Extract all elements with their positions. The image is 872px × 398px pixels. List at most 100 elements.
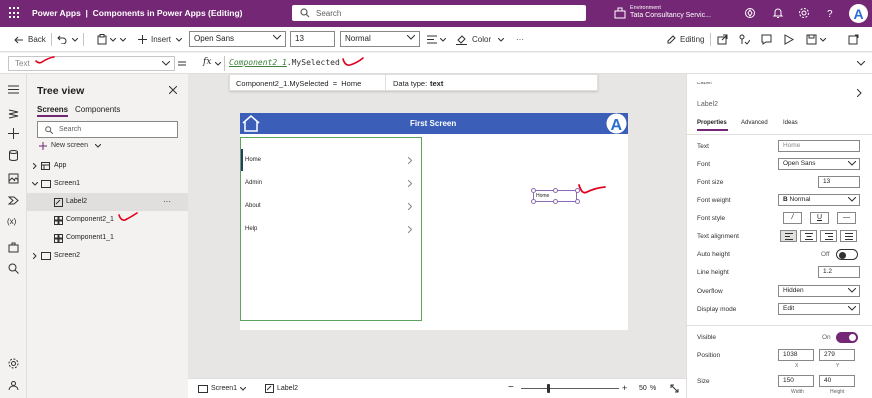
waffle-icon[interactable] <box>9 7 21 19</box>
app-checker-icon[interactable] <box>739 34 750 45</box>
font-weight-dropdown[interactable]: Normal <box>340 31 420 47</box>
tree-search-input[interactable]: Search <box>37 121 178 138</box>
chevron-right-icon[interactable] <box>33 253 37 259</box>
zoom-slider-thumb[interactable] <box>547 384 550 393</box>
search-icon[interactable] <box>8 263 19 274</box>
font-size-input[interactable]: 13 <box>290 31 335 47</box>
chevron-down-icon[interactable] <box>440 38 446 42</box>
chevron-down-icon[interactable] <box>32 182 38 186</box>
insert-icon[interactable] <box>8 128 19 139</box>
power-automate-icon[interactable] <box>744 7 756 19</box>
hamburger-icon[interactable] <box>8 85 19 94</box>
text-align-icon[interactable] <box>427 35 437 44</box>
chevron-down-icon[interactable] <box>240 387 246 391</box>
visible-toggle[interactable] <box>836 332 858 343</box>
publish-icon[interactable] <box>848 34 859 45</box>
menu-item-help[interactable]: Help <box>241 218 422 241</box>
tree-node-screen2[interactable]: Screen2 <box>27 247 188 265</box>
tree-node-app[interactable]: App <box>27 157 188 175</box>
resize-handle[interactable] <box>575 199 580 204</box>
prop-font-dropdown[interactable]: Open Sans <box>778 158 860 170</box>
save-icon[interactable] <box>806 34 817 45</box>
align-right-button[interactable] <box>820 230 837 242</box>
tab-ideas[interactable]: Ideas <box>783 120 798 126</box>
align-left-button[interactable] <box>780 230 797 242</box>
menu-item-about[interactable]: About <box>241 195 422 218</box>
tree-node-component1-1[interactable]: Component1_1 <box>27 229 188 247</box>
font-family-dropdown[interactable]: Open Sans <box>189 31 286 47</box>
chevron-down-icon[interactable] <box>120 38 126 42</box>
tree-node-component2-1[interactable]: Component2_1 <box>27 211 188 229</box>
advanced-tools-icon[interactable] <box>8 242 19 253</box>
prop-font-weight-dropdown[interactable]: B Normal <box>778 194 860 206</box>
size-width-input[interactable]: 150 <box>778 375 814 387</box>
position-y-input[interactable]: 279 <box>819 349 855 361</box>
settings-gear-icon[interactable] <box>8 358 19 369</box>
app-screen-canvas[interactable]: First Screen A Home Admin About Help Hom… <box>240 113 628 330</box>
size-height-input[interactable]: 40 <box>819 375 855 387</box>
status-selected-control[interactable]: Label2 <box>277 385 298 392</box>
prop-display-mode-dropdown[interactable]: Edit <box>778 303 860 315</box>
share-icon[interactable] <box>717 34 728 45</box>
chevron-right-icon[interactable] <box>857 89 862 97</box>
notifications-icon[interactable] <box>772 7 784 19</box>
prop-line-height-input[interactable]: 1.2 <box>818 266 860 278</box>
underline-button[interactable]: U <box>810 212 829 224</box>
global-search-input[interactable]: Search <box>292 5 586 21</box>
insert-button[interactable]: Insert <box>151 33 171 46</box>
zoom-out-button[interactable]: − <box>508 382 514 393</box>
prop-overflow-dropdown[interactable]: Hidden <box>778 285 860 297</box>
strikethrough-button[interactable]: — <box>837 212 856 224</box>
comments-icon[interactable] <box>761 34 772 45</box>
back-button[interactable]: Back <box>28 33 46 46</box>
resize-handle[interactable] <box>553 188 558 193</box>
home-icon[interactable] <box>241 114 261 133</box>
tree-node-label2[interactable]: Label2 ··· <box>27 193 188 211</box>
resize-handle[interactable] <box>531 188 536 193</box>
fit-to-screen-icon[interactable] <box>670 384 679 393</box>
fx-button[interactable]: fx <box>203 57 211 67</box>
power-automate-rail-icon[interactable] <box>8 195 19 206</box>
position-x-input[interactable]: 1038 <box>778 349 814 361</box>
menu-item-admin[interactable]: Admin <box>241 172 422 195</box>
undo-icon[interactable] <box>57 35 67 44</box>
chevron-down-icon[interactable] <box>498 38 504 42</box>
chevron-right-icon[interactable] <box>33 163 37 169</box>
chevron-down-icon[interactable] <box>72 38 78 42</box>
align-justify-button[interactable] <box>840 230 857 242</box>
close-icon[interactable] <box>169 86 177 94</box>
editing-mode-button[interactable]: Editing <box>680 33 704 46</box>
environment-picker[interactable]: Environment Tata Consultancy Servic... <box>630 4 711 20</box>
prop-text-input[interactable]: Home <box>778 140 860 152</box>
formula-input[interactable]: Component2_1.MySelected <box>229 58 340 67</box>
media-icon[interactable] <box>8 173 19 184</box>
tab-properties[interactable]: Properties <box>697 120 727 126</box>
help-icon[interactable]: ? <box>824 7 836 19</box>
tree-view-icon[interactable] <box>8 109 19 120</box>
align-center-button[interactable] <box>800 230 817 242</box>
paste-icon[interactable] <box>97 34 107 45</box>
menu-component[interactable]: Home Admin About Help <box>240 137 422 321</box>
chevron-down-icon[interactable] <box>820 38 826 42</box>
expand-formula-chevron-icon[interactable] <box>857 61 865 66</box>
resize-handle[interactable] <box>553 199 558 204</box>
more-commands-button[interactable]: ··· <box>516 33 524 46</box>
data-icon[interactable] <box>8 150 19 161</box>
preview-play-icon[interactable] <box>784 34 794 45</box>
menu-item-home[interactable]: Home <box>241 149 422 172</box>
tab-screens[interactable]: Screens <box>37 105 69 117</box>
resize-handle[interactable] <box>531 199 536 204</box>
auto-height-toggle[interactable] <box>836 249 858 260</box>
tab-advanced[interactable]: Advanced <box>741 120 768 126</box>
settings-gear-icon[interactable] <box>798 7 810 19</box>
virtual-agent-icon[interactable] <box>8 380 19 391</box>
node-more-button[interactable]: ··· <box>163 193 171 211</box>
zoom-in-button[interactable]: + <box>622 383 627 393</box>
zoom-slider[interactable] <box>521 388 619 389</box>
status-screen-name[interactable]: Screen1 <box>211 385 237 392</box>
user-avatar[interactable]: A <box>849 4 868 23</box>
variables-icon[interactable]: (x) <box>7 217 16 226</box>
tree-node-screen1[interactable]: Screen1 <box>27 175 188 193</box>
prop-font-size-input[interactable]: 13 <box>818 176 860 188</box>
color-button[interactable]: Color <box>472 33 491 46</box>
